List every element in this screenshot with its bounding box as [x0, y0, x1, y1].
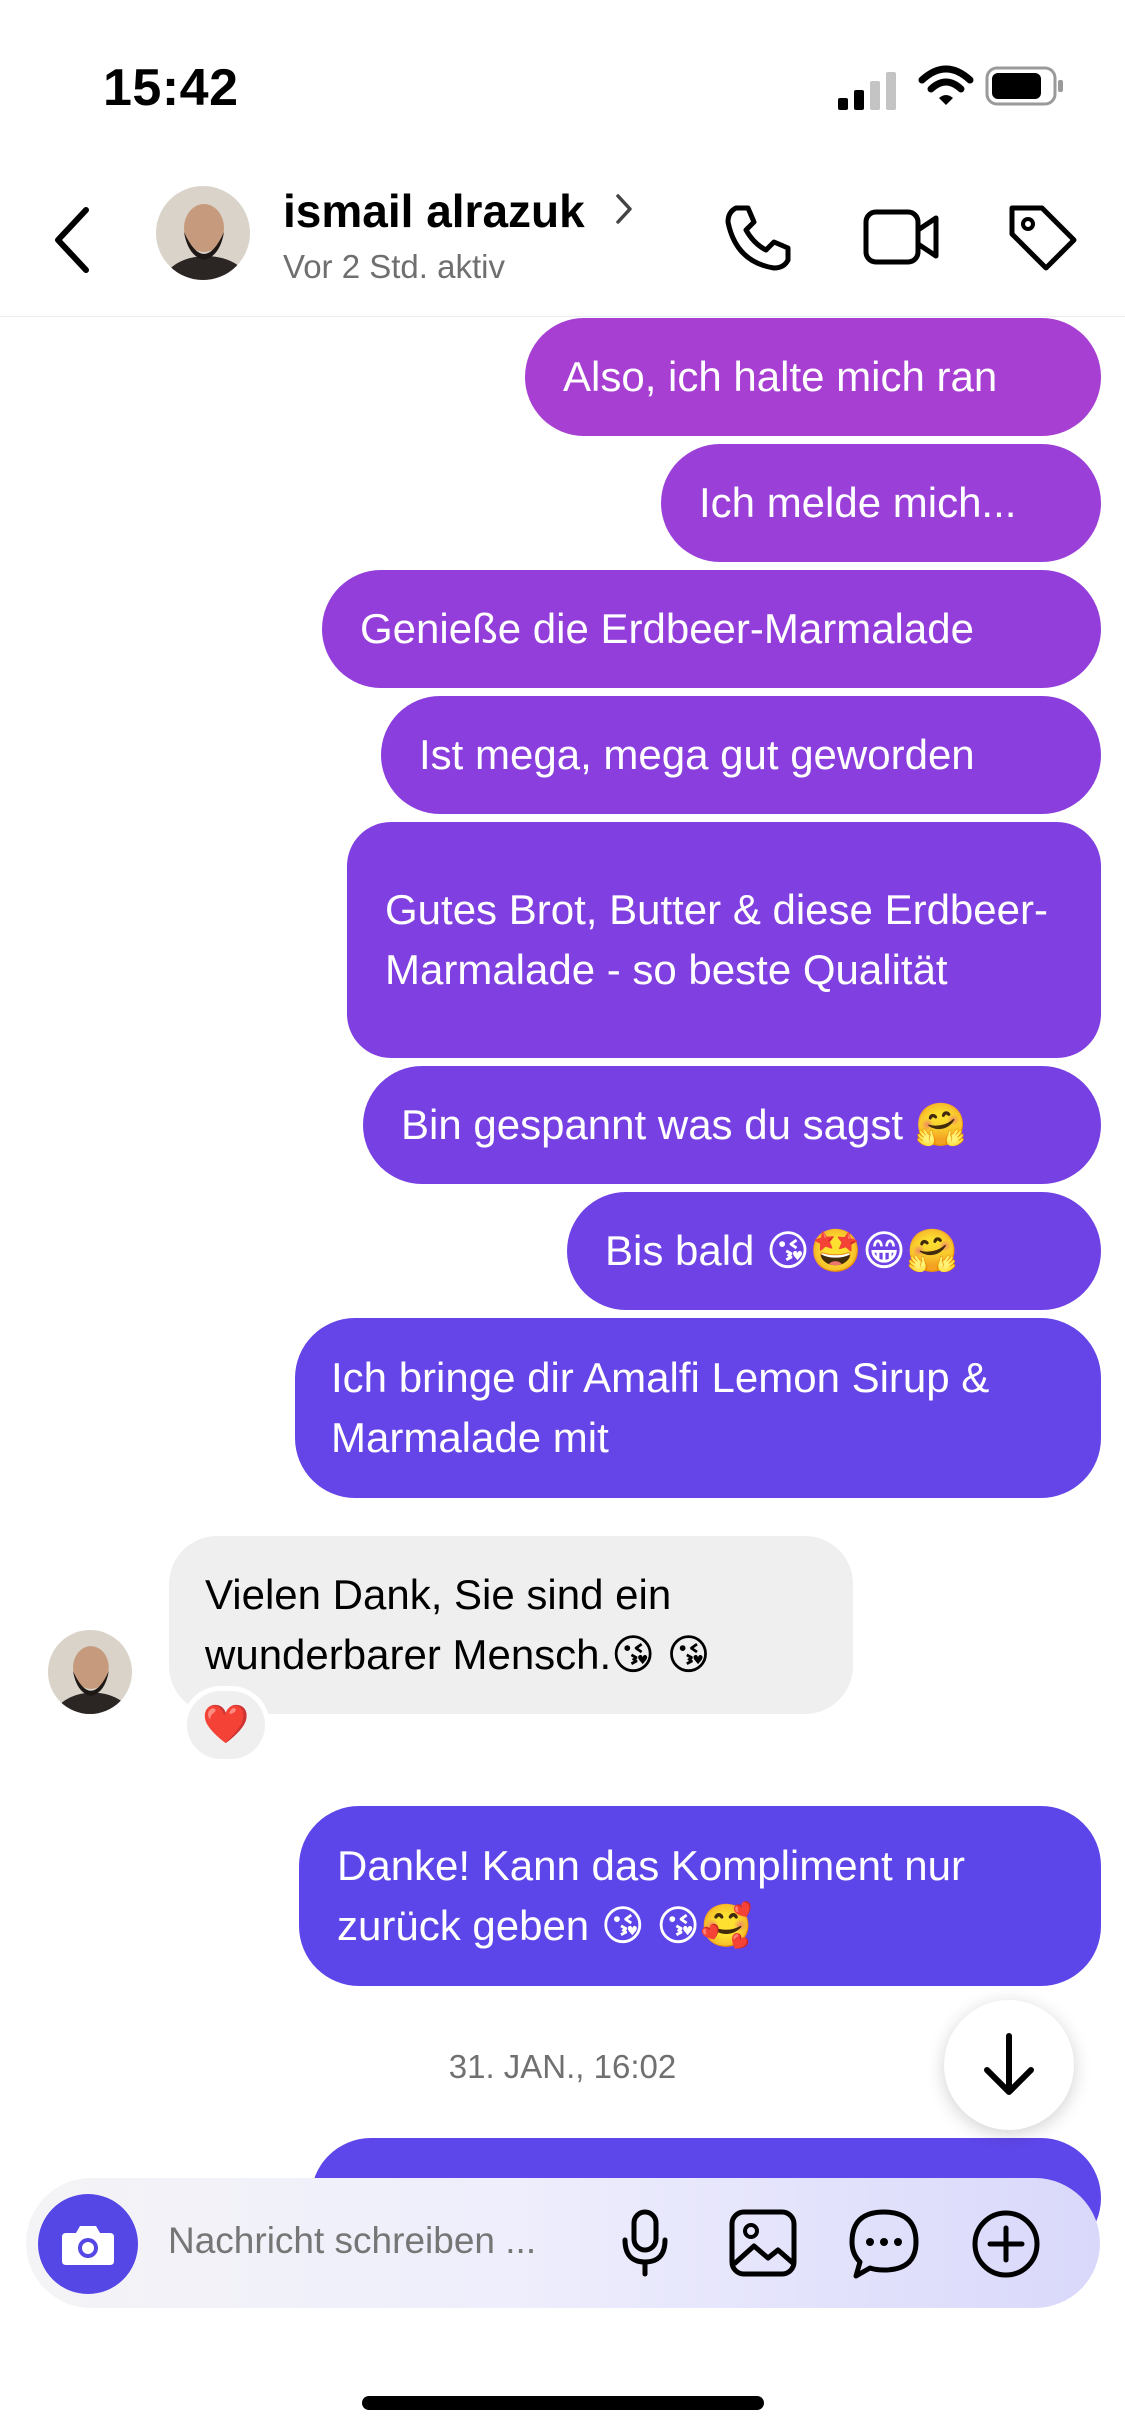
message-composer[interactable]: Nachricht schreiben ... — [26, 2178, 1100, 2308]
message-text: Danke! Kann das Kompliment nur zurück ge… — [337, 1842, 966, 1949]
chat-header: ismail alrazuk Vor 2 Std. aktiv — [0, 170, 1125, 317]
message-text: Gutes Brot, Butter & diese Erdbeer-Marma… — [385, 886, 1048, 993]
message-input[interactable]: Nachricht schreiben ... — [168, 2220, 536, 2262]
message-bubble-outgoing[interactable]: Bis bald 😘🤩😁🤗 — [567, 1192, 1101, 1310]
status-time: 15:42 — [103, 59, 239, 117]
microphone-icon[interactable] — [620, 2208, 670, 2278]
phone-icon[interactable] — [722, 200, 796, 274]
heart-reaction[interactable]: ❤️ — [182, 1686, 270, 1764]
home-indicator[interactable] — [362, 2396, 764, 2410]
message-text: Ich melde mich... — [699, 479, 1017, 526]
cellular-signal-icon — [838, 72, 896, 110]
message-text: Also, ich halte mich ran — [563, 353, 998, 400]
chevron-right-icon[interactable] — [614, 192, 634, 226]
image-icon[interactable] — [728, 2208, 798, 2278]
back-chevron-icon[interactable] — [50, 204, 94, 276]
tag-icon[interactable] — [1006, 200, 1080, 274]
message-bubble-outgoing[interactable]: Ich bringe dir Amalfi Lemon Sirup & Marm… — [295, 1318, 1101, 1498]
camera-button[interactable] — [38, 2194, 138, 2294]
message-bubble-outgoing[interactable]: Gutes Brot, Butter & diese Erdbeer-Marma… — [347, 822, 1101, 1058]
scroll-to-bottom-button[interactable] — [944, 2000, 1074, 2130]
message-bubble-incoming[interactable]: Vielen Dank, Sie sind ein wunderbarer Me… — [169, 1536, 853, 1714]
wifi-icon — [918, 65, 974, 105]
contact-avatar[interactable] — [156, 186, 250, 280]
plus-circle-icon[interactable] — [970, 2208, 1042, 2280]
message-text: Bin gespannt was du sagst 🤗 — [401, 1101, 967, 1148]
message-bubble-outgoing[interactable]: Ist mega, mega gut geworden — [381, 696, 1101, 814]
message-text: Ist mega, mega gut geworden — [419, 731, 975, 778]
battery-icon — [985, 66, 1063, 106]
message-text: Genieße die Erdbeer-Marmalade — [360, 605, 974, 652]
message-bubble-outgoing[interactable]: Danke! Kann das Kompliment nur zurück ge… — [299, 1806, 1101, 1986]
message-bubble-outgoing[interactable]: Also, ich halte mich ran — [525, 318, 1101, 436]
arrow-down-icon — [984, 2033, 1034, 2095]
message-text: Bis bald 😘🤩😁🤗 — [605, 1227, 959, 1274]
message-bubble-outgoing[interactable]: Ich melde mich... — [661, 444, 1101, 562]
message-bubble-outgoing[interactable]: Genieße die Erdbeer-Marmalade — [322, 570, 1101, 688]
message-bubble-outgoing[interactable]: Bin gespannt was du sagst 🤗 — [363, 1066, 1101, 1184]
sender-avatar[interactable] — [48, 1630, 132, 1714]
contact-name[interactable]: ismail alrazuk — [283, 184, 585, 238]
video-camera-icon[interactable] — [862, 200, 942, 274]
activity-status: Vor 2 Std. aktiv — [283, 248, 505, 285]
sticker-bubble-icon[interactable] — [848, 2208, 920, 2280]
camera-icon — [62, 2226, 114, 2265]
status-bar: 15:42 — [0, 0, 1125, 170]
message-text: Vielen Dank, Sie sind ein wunderbarer Me… — [205, 1571, 711, 1678]
message-text: Ich bringe dir Amalfi Lemon Sirup & Marm… — [331, 1354, 990, 1461]
